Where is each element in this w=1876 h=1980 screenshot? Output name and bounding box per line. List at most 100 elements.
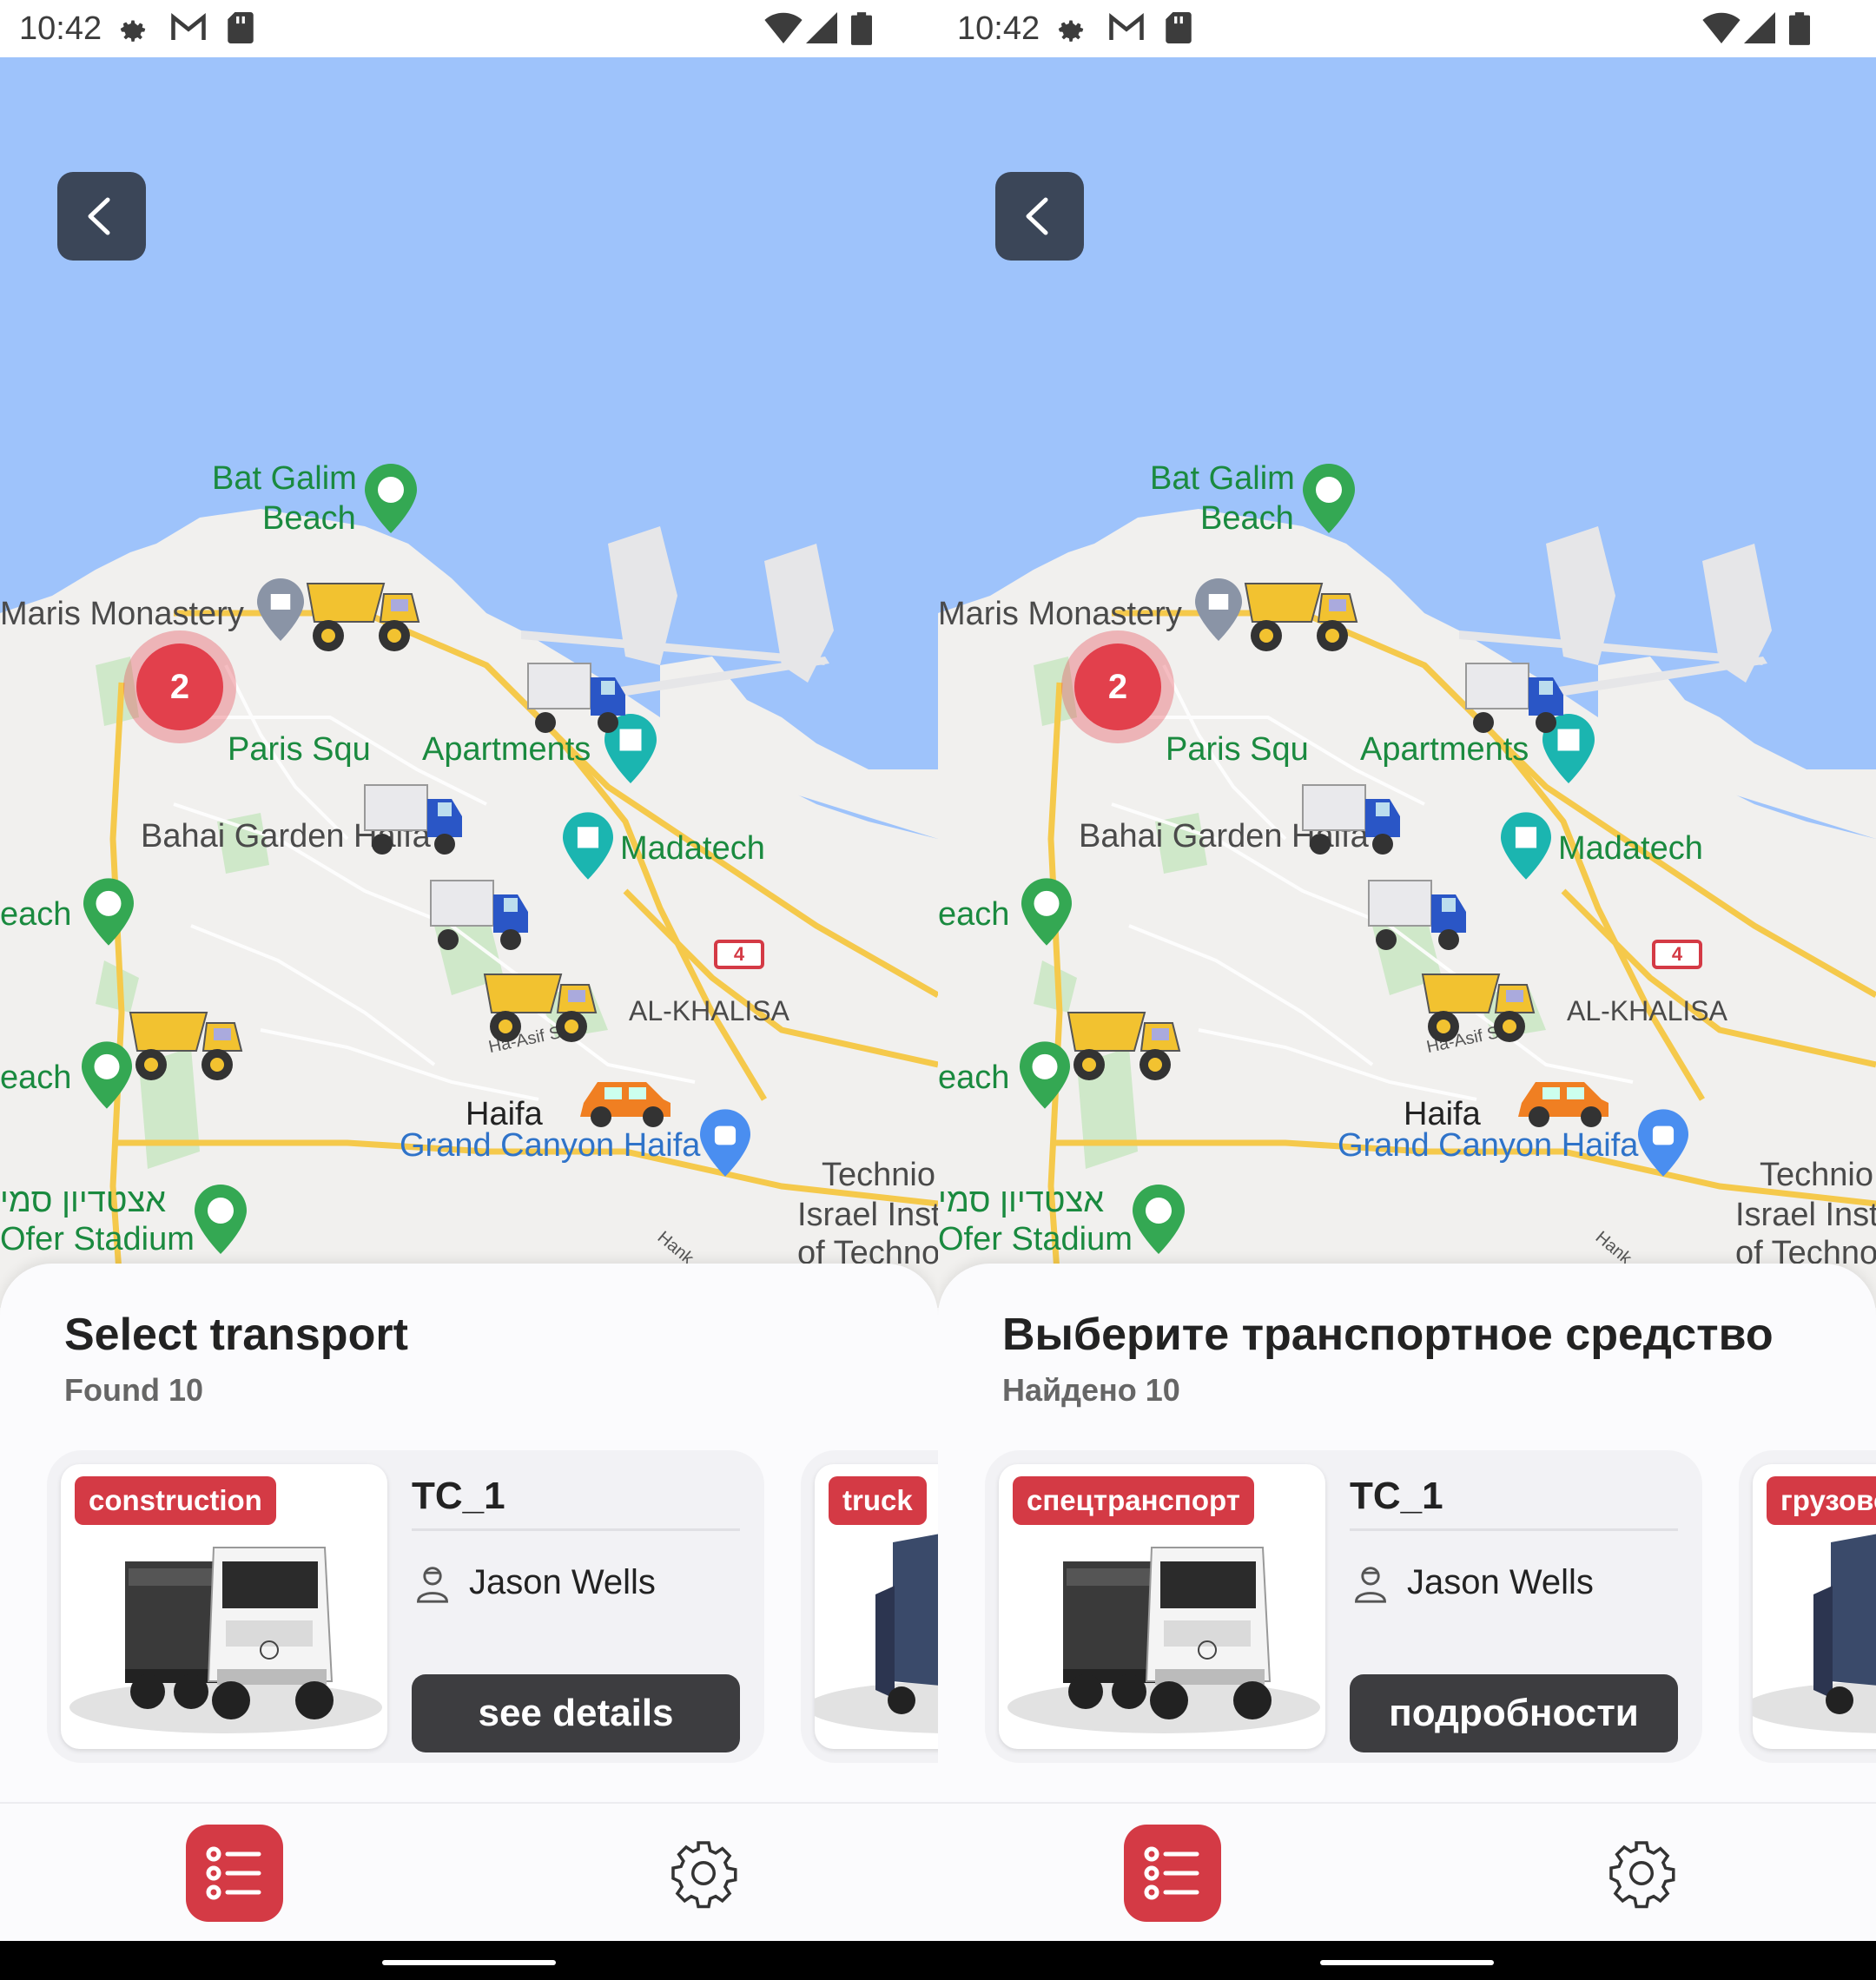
map-label-ofer: Ofer Stadium (0, 1221, 195, 1257)
map-view[interactable]: Bat Galim Beach Maris Monastery Paris Sq… (0, 57, 938, 1308)
shopping-pin-icon[interactable] (700, 1108, 750, 1178)
vehicle-name: TC_1 (1350, 1475, 1443, 1517)
box-truck-marker-icon-2[interactable] (1299, 778, 1404, 861)
dump-truck-marker-icon[interactable] (1242, 570, 1364, 657)
wifi-status-icon (1702, 12, 1741, 43)
back-button[interactable] (995, 172, 1084, 261)
list-icon (1144, 1846, 1199, 1900)
map-view[interactable]: Bat Galim Beach Maris Monastery Paris Sq… (938, 57, 1876, 1308)
map-label-bat-galim-2: Beach (262, 500, 356, 537)
beach-pin-icon-2[interactable] (83, 877, 134, 947)
bottom-navigation (938, 1802, 1876, 1941)
screen-russian: 10:42 Bat Galim Beach Maris Monastery Pa… (938, 0, 1876, 1980)
map-label-grand-canyon: Grand Canyon Haifa (1338, 1127, 1639, 1164)
car-marker-icon[interactable] (577, 1068, 676, 1131)
map-label-technion-1: Technio (822, 1157, 935, 1193)
dump-truck-marker-icon-2[interactable] (481, 960, 603, 1047)
status-bar: 10:42 (938, 0, 1876, 57)
sheet-title: Select transport (64, 1310, 408, 1360)
beach-pin-icon-2[interactable] (1021, 877, 1072, 947)
status-time: 10:42 (957, 10, 1040, 47)
home-indicator[interactable] (382, 1960, 556, 1965)
gesture-bar (0, 1941, 938, 1980)
dump-truck-marker-icon-3[interactable] (127, 999, 248, 1086)
transport-card[interactable]: спецтранспорт TC_1 Jason Wells подробнос… (985, 1450, 1702, 1763)
bottom-navigation (0, 1802, 938, 1941)
transport-card-2[interactable]: грузово (1739, 1450, 1876, 1763)
gmail-status-icon (1109, 13, 1144, 40)
transport-card[interactable]: construction TC_1 Jason Wells see detail… (47, 1450, 764, 1763)
stadium-pin-icon[interactable] (195, 1183, 247, 1256)
vehicle-name: TC_1 (412, 1475, 505, 1517)
battery-status-icon (1789, 12, 1810, 45)
vehicle-cluster-marker[interactable]: 2 (1061, 630, 1174, 743)
wifi-status-icon (764, 12, 803, 43)
battery-status-icon (851, 12, 872, 45)
beach-pin-icon-3[interactable] (82, 1040, 132, 1110)
map-label-al-khalisa: AL-KHALISA (1567, 995, 1727, 1026)
dump-truck-marker-icon[interactable] (304, 570, 426, 657)
map-label-technion-2: Israel Inst (797, 1197, 938, 1233)
box-truck-marker-icon-3[interactable] (427, 874, 532, 957)
box-truck-marker-icon[interactable] (525, 657, 629, 740)
driver-icon (417, 1567, 448, 1603)
found-count: Found 10 (64, 1372, 203, 1408)
map-label-madatech: Madatech (620, 830, 765, 867)
divider (412, 1528, 740, 1531)
gesture-bar (938, 1941, 1876, 1980)
dump-truck-marker-icon-2[interactable] (1419, 960, 1541, 1047)
map-label-paris: Paris Squ (228, 731, 371, 768)
map-label-maris: Maris Monastery (938, 596, 1182, 632)
monastery-pin-icon[interactable] (257, 577, 304, 643)
home-indicator[interactable] (1320, 1960, 1494, 1965)
beach-pin-icon-3[interactable] (1020, 1040, 1070, 1110)
signal-status-icon (806, 12, 837, 43)
box-truck-marker-icon-2[interactable] (361, 778, 466, 861)
see-details-button[interactable]: see details (412, 1674, 740, 1752)
sheet-title: Выберите транспортное средство (1002, 1310, 1774, 1360)
cluster-count: 2 (1074, 644, 1161, 730)
chevron-left-icon (1026, 197, 1048, 235)
transport-card-2[interactable]: truck (801, 1450, 938, 1763)
map-label-beach-1: each (0, 896, 72, 933)
route-4-shield: 4 (1652, 940, 1702, 969)
chevron-left-icon (88, 197, 110, 235)
settings-status-icon (1058, 20, 1084, 42)
madatech-pin-icon[interactable] (563, 811, 613, 881)
route-4-shield: 4 (714, 940, 764, 969)
settings-status-icon (120, 20, 146, 42)
status-time: 10:42 (19, 10, 102, 47)
map-label-bat-galim-2: Beach (1200, 500, 1294, 537)
map-label-ofer-hebrew: אצטדיון סמי (0, 1183, 167, 1219)
map-label-beach-2: each (938, 1059, 1010, 1096)
screen-english: 10:42 Bat Galim Beach Maris Monastery Pa… (0, 0, 938, 1980)
car-marker-icon[interactable] (1515, 1068, 1614, 1131)
map-label-ofer: Ofer Stadium (938, 1221, 1133, 1257)
transport-bottom-sheet: Выберите транспортное средство Найдено 1… (938, 1264, 1876, 1802)
map-label-beach-1: each (938, 896, 1010, 933)
shopping-pin-icon[interactable] (1638, 1108, 1688, 1178)
nav-list-button[interactable] (1124, 1825, 1221, 1922)
map-label-bat-galim-1: Bat Galim (1150, 460, 1295, 497)
beach-pin-icon[interactable] (365, 464, 417, 533)
map-label-beach-2: each (0, 1059, 72, 1096)
found-count: Найдено 10 (1002, 1372, 1180, 1408)
beach-pin-icon[interactable] (1303, 464, 1355, 533)
vehicle-cluster-marker[interactable]: 2 (123, 630, 236, 743)
box-truck-marker-icon[interactable] (1463, 657, 1567, 740)
divider (1350, 1528, 1678, 1531)
back-button[interactable] (57, 172, 146, 261)
list-icon (206, 1846, 261, 1900)
see-details-button[interactable]: подробности (1350, 1674, 1678, 1752)
monastery-pin-icon[interactable] (1195, 577, 1242, 643)
map-label-paris: Paris Squ (1166, 731, 1309, 768)
settings-gear-icon[interactable] (667, 1837, 740, 1910)
nav-list-button[interactable] (186, 1825, 283, 1922)
dump-truck-marker-icon-3[interactable] (1065, 999, 1186, 1086)
settings-gear-icon[interactable] (1605, 1837, 1678, 1910)
box-truck-marker-icon-3[interactable] (1365, 874, 1470, 957)
map-label-madatech: Madatech (1558, 830, 1703, 867)
driver-name: Jason Wells (469, 1563, 656, 1601)
madatech-pin-icon[interactable] (1501, 811, 1551, 881)
stadium-pin-icon[interactable] (1133, 1183, 1185, 1256)
